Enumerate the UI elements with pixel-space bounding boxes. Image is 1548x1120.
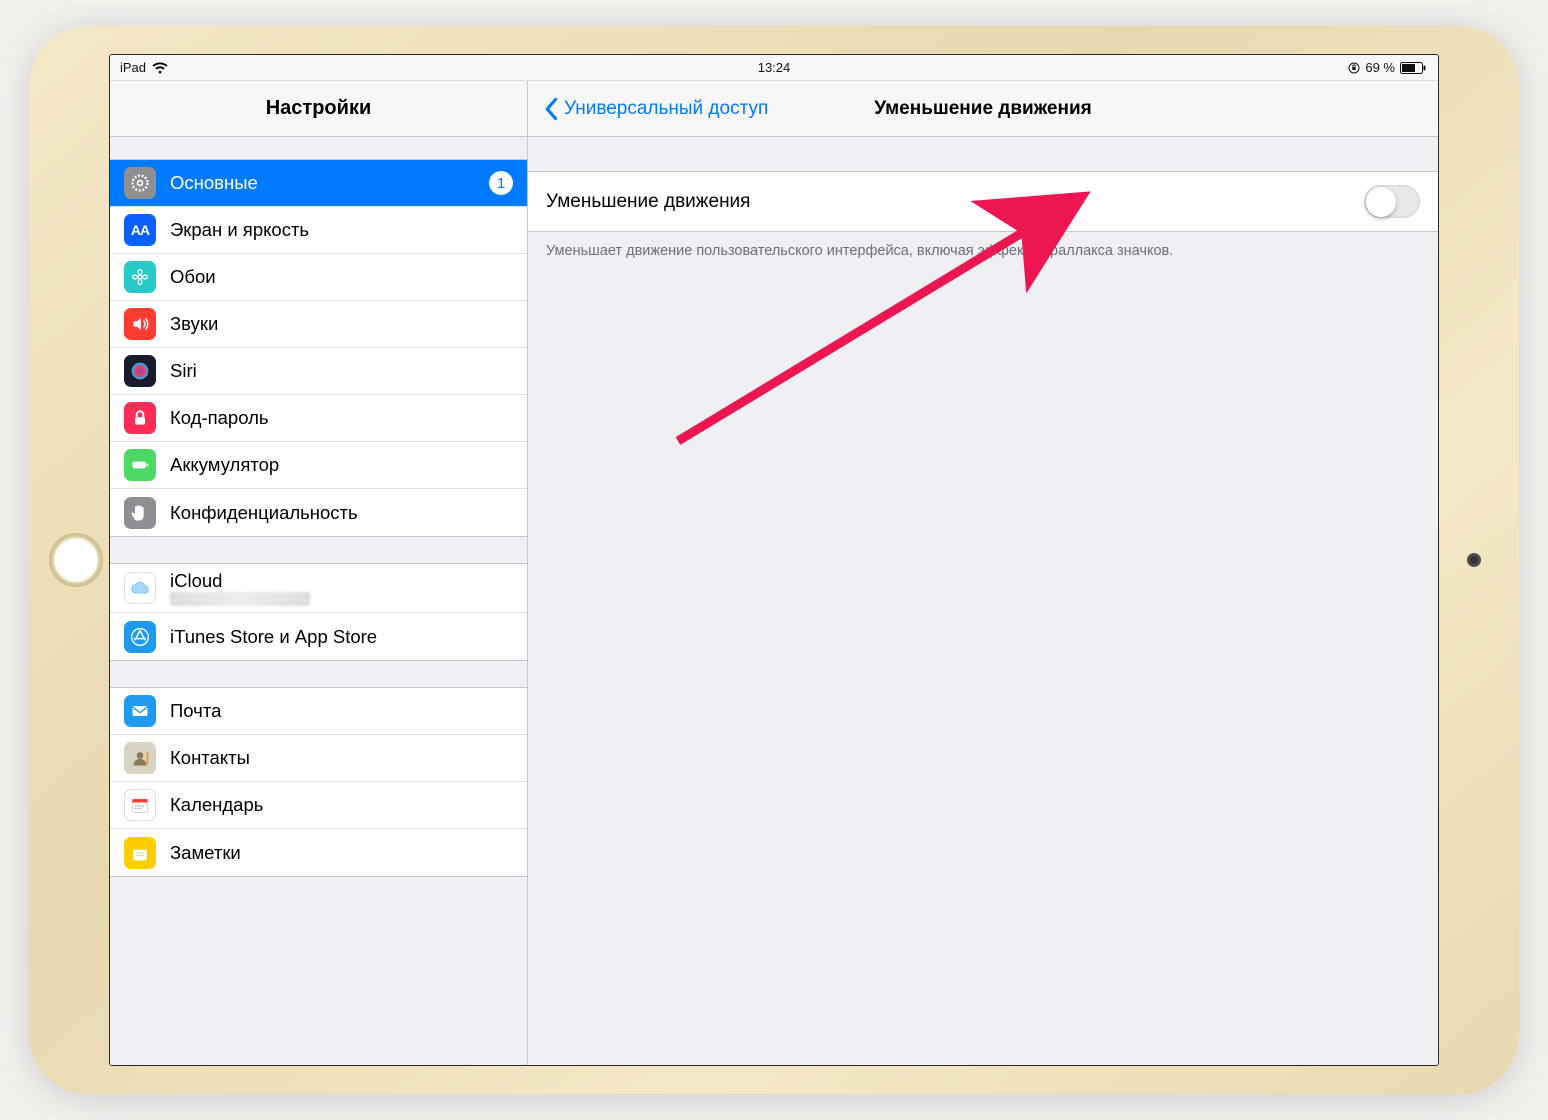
reduce-motion-row: Уменьшение движения [528, 171, 1438, 232]
battery-pct: 69 % [1365, 60, 1395, 75]
clock: 13:24 [110, 60, 1438, 75]
front-camera [1467, 553, 1481, 567]
sidebar-item-label: Календарь [170, 794, 513, 816]
sidebar-group: Почта Контакты Календарь Заметки [110, 687, 527, 877]
back-label: Универсальный доступ [564, 98, 768, 120]
sidebar-item-contacts[interactable]: Контакты [110, 735, 527, 782]
calendar-icon [124, 789, 156, 821]
sidebar-title: Настройки [110, 81, 527, 137]
sidebar-item-label: Код-пароль [170, 407, 513, 429]
hand-icon [124, 497, 156, 529]
orientation-lock-icon [1348, 62, 1360, 74]
sidebar-item-label: Контакты [170, 747, 513, 769]
sidebar-item-gear[interactable]: Основные1 [110, 160, 527, 207]
flower-icon [124, 261, 156, 293]
speaker-icon [124, 308, 156, 340]
battery-icon [124, 449, 156, 481]
sidebar-item-lock[interactable]: Код-пароль [110, 395, 527, 442]
sidebar-item-notes[interactable]: Заметки [110, 829, 527, 876]
sidebar-group: Основные1 AA Экран и яркость Обои Звуки Siri К… [110, 159, 527, 537]
sidebar-item-label: Обои [170, 266, 513, 288]
AA-icon: AA [124, 214, 156, 246]
appstore-icon [124, 621, 156, 653]
carrier-label: iPad [120, 60, 146, 75]
sidebar-item-label: Заметки [170, 842, 513, 864]
wifi-icon [152, 62, 168, 74]
badge: 1 [489, 171, 513, 195]
notes-icon [124, 837, 156, 869]
mail-icon [124, 695, 156, 727]
sidebar-item-label: Siri [170, 360, 513, 382]
sidebar-item-label: Основные [170, 172, 489, 194]
sidebar-group: iCloud iTunes Store и App Store [110, 563, 527, 661]
contacts-icon [124, 742, 156, 774]
sidebar-item-hand[interactable]: Конфиденциальность [110, 489, 527, 536]
sidebar-item-speaker[interactable]: Звуки [110, 301, 527, 348]
sidebar-item-label: iTunes Store и App Store [170, 626, 513, 648]
sidebar-item-siri[interactable]: Siri [110, 348, 527, 395]
sidebar-item-label: Аккумулятор [170, 454, 513, 476]
detail-header: Универсальный доступ Уменьшение движения [528, 81, 1438, 137]
cloud-icon [124, 572, 156, 604]
lock-icon [124, 402, 156, 434]
sidebar-list[interactable]: Основные1 AA Экран и яркость Обои Звуки Siri К… [110, 137, 527, 1065]
battery-icon [1400, 62, 1426, 74]
home-button[interactable] [49, 533, 103, 587]
redacted-subtitle [170, 592, 310, 606]
sidebar-item-calendar[interactable]: Календарь [110, 782, 527, 829]
sidebar-item-label: Звуки [170, 313, 513, 335]
sidebar-item-AA[interactable]: AA Экран и яркость [110, 207, 527, 254]
detail-pane: Универсальный доступ Уменьшение движения… [528, 81, 1438, 1065]
reduce-motion-toggle[interactable] [1364, 185, 1420, 218]
back-button[interactable]: Универсальный доступ [544, 97, 768, 121]
annotation-arrow [528, 81, 1168, 481]
sidebar-item-flower[interactable]: Обои [110, 254, 527, 301]
sidebar-item-cloud[interactable]: iCloud [110, 564, 527, 613]
screen: iPad 13:24 69 % Настройки Основные1 AA [109, 54, 1439, 1066]
sidebar-item-mail[interactable]: Почта [110, 688, 527, 735]
sidebar-item-label: Конфиденциальность [170, 502, 513, 524]
sidebar-item-battery[interactable]: Аккумулятор [110, 442, 527, 489]
sidebar-item-label: iCloud [170, 570, 513, 592]
switch-label: Уменьшение движения [546, 191, 1364, 213]
siri-icon [124, 355, 156, 387]
sidebar-item-label: Почта [170, 700, 513, 722]
ipad-device-frame: iPad 13:24 69 % Настройки Основные1 AA [29, 26, 1519, 1094]
sidebar: Настройки Основные1 AA Экран и яркость Обои… [110, 81, 528, 1065]
footer-note: Уменьшает движение пользовательского инт… [528, 232, 1438, 262]
gear-icon [124, 167, 156, 199]
sidebar-item-appstore[interactable]: iTunes Store и App Store [110, 613, 527, 660]
sidebar-item-label: Экран и яркость [170, 219, 513, 241]
toggle-knob [1366, 187, 1396, 217]
status-bar: iPad 13:24 69 % [110, 55, 1438, 81]
